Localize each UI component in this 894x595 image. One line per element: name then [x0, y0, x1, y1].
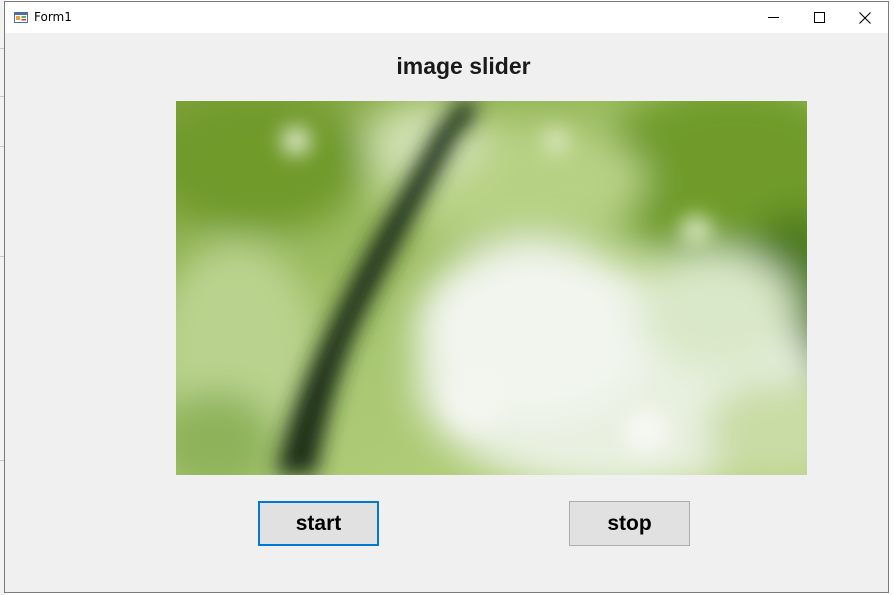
stop-button[interactable]: stop [569, 501, 690, 546]
close-button[interactable] [842, 2, 888, 33]
blurred-foliage-image [176, 101, 807, 475]
heading-label: image slider [396, 53, 531, 79]
minimize-icon [767, 12, 779, 23]
start-button[interactable]: start [258, 501, 379, 546]
slider-picture-box [176, 101, 807, 475]
app-form-icon [14, 10, 28, 24]
window-title: Form1 [34, 10, 72, 24]
title-bar[interactable]: Form1 [5, 2, 888, 33]
close-icon [859, 11, 871, 24]
form1-window: Form1 image slider start stop [4, 1, 889, 593]
form-client-area: image slider start stop [5, 33, 888, 592]
maximize-button[interactable] [796, 2, 842, 33]
maximize-icon [813, 12, 825, 23]
minimize-button[interactable] [750, 2, 796, 33]
